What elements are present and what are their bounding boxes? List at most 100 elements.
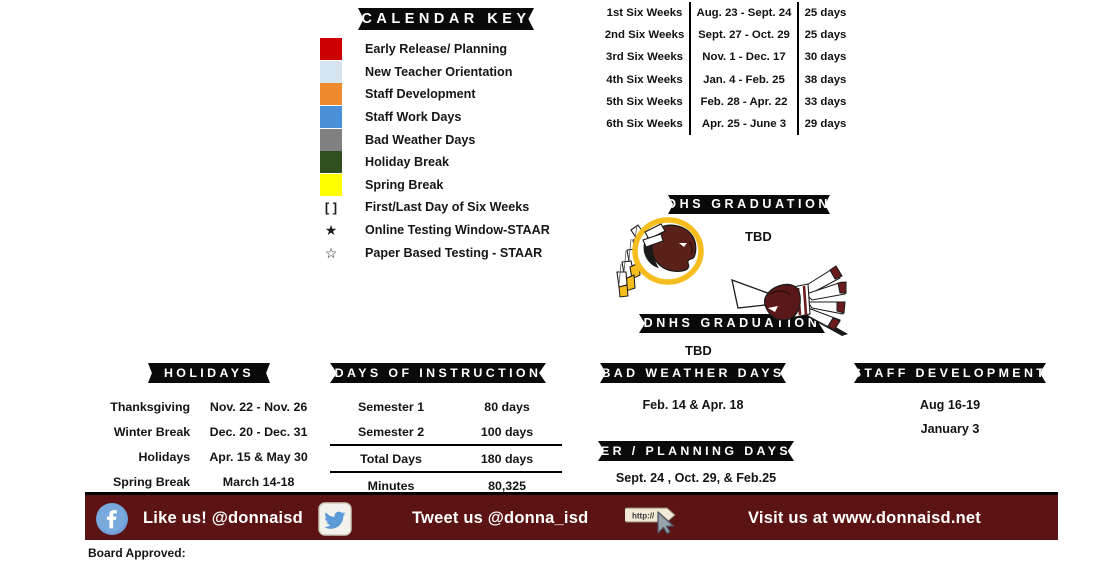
calendar-key-item: ★ Online Testing Window-STAAR — [320, 219, 590, 242]
holidays-label: Winter Break — [113, 424, 191, 439]
six-weeks-row: 1st Six Weeks Aug. 23 - Sept. 24 25 days — [600, 2, 852, 25]
calendar-key-item: Spring Break — [320, 173, 590, 197]
holidays-row: Spring Break March 14-18 — [80, 469, 325, 494]
holidays-label: Holidays — [138, 449, 191, 464]
calendar-key-item-label: Spring Break — [365, 177, 444, 192]
calendar-key-color-swatch — [320, 60, 342, 83]
dhs-graduation-date: TBD — [745, 229, 772, 244]
days-of-instruction-label: Semester 2 — [357, 424, 425, 439]
calendar-key-item-label: First/Last Day of Six Weeks — [365, 200, 530, 215]
calendar-key-item: Holiday Break — [320, 151, 590, 174]
calendar-key-item: Staff Development — [320, 83, 590, 106]
holidays-row: Thanksgiving Nov. 22 - Nov. 26 — [80, 394, 325, 419]
days-of-instruction-table: Semester 1 80 days Semester 2 100 days Total… — [330, 394, 562, 498]
facebook-icon[interactable] — [95, 502, 129, 536]
holidays-value: March 14-18 — [222, 474, 295, 489]
days-of-instruction-value: 80 days — [484, 399, 530, 414]
days-of-instruction-value: 100 days — [480, 424, 534, 439]
six-weeks-days: 33 days — [804, 95, 847, 108]
six-weeks-row: 5th Six Weeks Feb. 28 - Apr. 22 33 days — [600, 90, 852, 113]
days-of-instruction-banner-label: DAYS OF INSTRUCTION — [334, 365, 542, 380]
six-weeks-row: 6th Six Weeks Apr. 25 - June 3 29 days — [600, 112, 852, 136]
er-planning-days-banner-label: ER / PLANNING DAYS — [600, 443, 792, 458]
days-of-instruction-value: 180 days — [452, 444, 562, 473]
calendar-key-color-swatch — [320, 128, 342, 151]
er-planning-days-banner: ER / PLANNING DAYS — [598, 441, 794, 461]
calendar-key-item: Bad Weather Days — [320, 128, 590, 151]
board-approved-label: Board Approved: — [88, 546, 186, 560]
website-url-text: Visit us at www.donnaisd.net — [748, 509, 981, 527]
holidays-banner: HOLIDAYS — [148, 363, 270, 383]
calendar-key-color-swatch — [320, 173, 342, 196]
six-weeks-days: 25 days — [804, 29, 847, 42]
days-of-instruction-row: Semester 1 80 days — [330, 394, 562, 419]
holidays-value: Nov. 22 - Nov. 26 — [209, 399, 308, 414]
holidays-value: Dec. 20 - Dec. 31 — [209, 424, 308, 439]
holidays-banner-label: HOLIDAYS — [163, 365, 255, 380]
bad-weather-days-banner: BAD WEATHER DAYS — [600, 363, 786, 383]
calendar-key-item: [ ] First/Last Day of Six Weeks — [320, 196, 590, 219]
six-weeks-days: 29 days — [804, 118, 847, 131]
six-weeks-days: 30 days — [804, 51, 847, 64]
calendar-key-item: New Teacher Orientation — [320, 60, 590, 84]
calendar-key-item-label: Staff Work Days — [365, 110, 462, 125]
days-of-instruction-row: Total Days 180 days — [330, 444, 562, 473]
calendar-key-item-label: Online Testing Window-STAAR — [365, 223, 550, 238]
calendar-key-item: Staff Work Days — [320, 106, 590, 129]
bad-weather-days-value: Feb. 14 & Apr. 18 — [642, 398, 744, 412]
svg-text:http://: http:// — [632, 512, 655, 521]
six-weeks-term: 3rd Six Weeks — [605, 51, 684, 64]
six-weeks-term: 5th Six Weeks — [606, 95, 683, 108]
calendar-key-item-label: Bad Weather Days — [365, 132, 476, 147]
calendar-key-legend: Early Release/ Planning New Teacher Orien… — [320, 38, 590, 264]
calendar-key-item-label: Paper Based Testing - STAAR — [365, 245, 543, 260]
six-weeks-row: 3rd Six Weeks Nov. 1 - Dec. 17 30 days — [600, 46, 852, 69]
six-weeks-row: 2nd Six Weeks Sept. 27 - Oct. 29 25 days — [600, 24, 852, 47]
bad-weather-days-banner-label: BAD WEATHER DAYS — [601, 365, 785, 380]
twitter-icon[interactable] — [318, 502, 352, 536]
calendar-key-symbol: ★ — [324, 222, 338, 239]
chief-headdress-mascot-logo — [731, 265, 848, 336]
facebook-handle-text: Like us! @donnaisd — [143, 509, 303, 527]
twitter-handle-text: Tweet us @donna_isd — [412, 509, 589, 527]
dnhs-graduation-date: TBD — [685, 343, 712, 358]
calendar-key-item-label: Holiday Break — [365, 155, 449, 170]
holidays-value: Apr. 15 & May 30 — [209, 449, 308, 464]
days-of-instruction-banner: DAYS OF INSTRUCTION — [330, 363, 546, 383]
six-weeks-table: 1st Six Weeks Aug. 23 - Sept. 24 25 days 2n… — [600, 2, 852, 136]
six-weeks-dates: Jan. 4 - Feb. 25 — [689, 68, 799, 91]
days-of-instruction-row: Semester 2 100 days — [330, 419, 562, 445]
calendar-key-color-swatch — [320, 83, 342, 106]
holidays-row: Winter Break Dec. 20 - Dec. 31 — [80, 419, 325, 444]
staff-development-value: January 3 — [920, 422, 980, 436]
six-weeks-days: 38 days — [804, 73, 847, 86]
calendar-key-item: Early Release/ Planning — [320, 38, 590, 61]
calendar-key-color-swatch — [320, 38, 342, 61]
six-weeks-dates: Feb. 28 - Apr. 22 — [689, 90, 799, 113]
staff-development-value: Aug 16-19 — [919, 398, 981, 412]
dhs-graduation-banner-label: DHS GRADUATION — [666, 197, 832, 212]
staff-development-banner-label: STAFF DEVELOPMENT — [852, 365, 1048, 380]
six-weeks-term: 4th Six Weeks — [606, 73, 683, 86]
six-weeks-dates: Aug. 23 - Sept. 24 — [689, 2, 799, 25]
calendar-key-banner: CALENDAR KEY — [358, 8, 534, 30]
six-weeks-term: 6th Six Weeks — [606, 118, 683, 131]
days-of-instruction-label: Semester 1 — [357, 399, 425, 414]
six-weeks-term: 1st Six Weeks — [606, 7, 683, 20]
er-planning-days-value: Sept. 24 , Oct. 29, & Feb.25 — [615, 471, 777, 485]
holidays-row: Holidays Apr. 15 & May 30 — [80, 444, 325, 469]
http-link-cursor-icon[interactable]: http:// — [625, 504, 679, 534]
holidays-table: Thanksgiving Nov. 22 - Nov. 26 Winter Brea… — [80, 394, 325, 494]
holidays-label: Spring Break — [113, 474, 191, 489]
staff-development-banner: STAFF DEVELOPMENT — [854, 363, 1046, 383]
calendar-key-item-label: Early Release/ Planning — [365, 42, 508, 57]
calendar-key-item: ☆ Paper Based Testing - STAAR — [320, 241, 590, 264]
calendar-key-color-swatch — [320, 151, 342, 174]
holidays-label: Thanksgiving — [110, 399, 191, 414]
six-weeks-days: 25 days — [804, 7, 847, 20]
redskins-mascot-logo — [616, 217, 704, 298]
calendar-key-symbol: [ ] — [324, 199, 338, 215]
six-weeks-dates: Sept. 27 - Oct. 29 — [689, 24, 799, 47]
calendar-key-banner-label: CALENDAR KEY — [361, 10, 531, 27]
six-weeks-dates: Nov. 1 - Dec. 17 — [689, 46, 799, 69]
